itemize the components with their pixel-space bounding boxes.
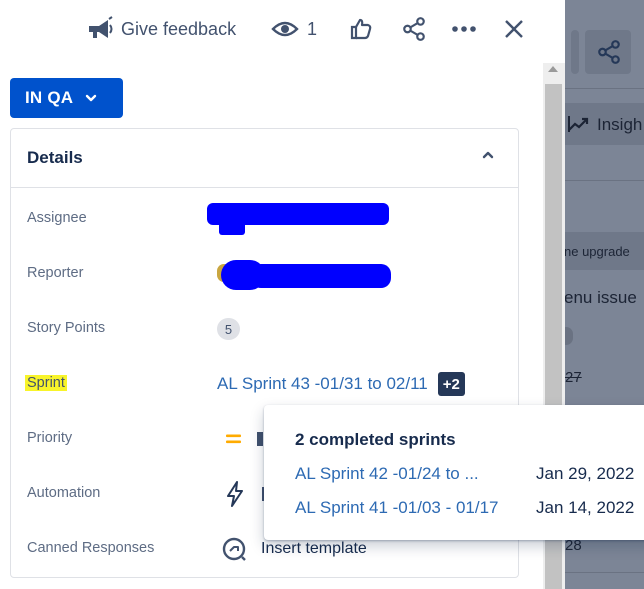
megaphone-icon [89,16,113,38]
status-dropdown-button[interactable]: IN QA [10,78,123,118]
background-upgrade-text: ne upgrade [564,244,630,259]
template-refresh-icon [222,537,246,561]
give-feedback-label: Give feedback [121,18,237,39]
popover-title: 2 completed sprints [295,430,456,449]
sprint-41-date: Jan 14, 2022 [536,498,635,517]
share-button[interactable] [401,14,427,44]
reporter-label: Reporter [27,265,84,281]
reporter-field: Reporter [11,254,518,294]
details-header[interactable]: Details [11,129,518,188]
assignee-label: Assignee [27,210,87,226]
details-title: Details [27,148,83,167]
share-icon [403,17,425,41]
sprint-label: Sprint [25,375,67,391]
more-icon [452,26,476,32]
background-insights-button: Insigh [565,103,644,145]
lightning-icon [227,481,243,507]
background-menu-issue-text: enu issue [564,288,637,307]
sprint-42-date: Jan 29, 2022 [536,464,635,483]
insert-template-label: Insert template [261,540,367,557]
story-points-value[interactable]: 5 [217,318,240,340]
chevron-down-icon [86,94,97,102]
story-points-field: Story Points 5 [11,309,518,349]
scroll-up-arrow[interactable] [548,66,558,72]
watchers-button[interactable]: 1 [271,14,317,44]
completed-sprint-row: AL Sprint 41 -01/03 - 01/17 Jan 14, 2022 [295,498,644,522]
canned-responses-label: Canned Responses [27,540,155,556]
give-feedback-button[interactable]: Give feedback [86,14,236,44]
share-icon [598,40,620,64]
automation-label: Automation [27,485,101,501]
background-share-button [585,30,631,74]
background-insights-label: Insigh [597,115,643,134]
background-number-27: 27 [565,369,582,386]
assignee-field: Assignee [11,199,518,239]
more-actions-button[interactable] [451,14,477,44]
thumbs-up-icon [350,18,372,40]
watchers-count: 1 [307,18,318,39]
priority-medium-icon [226,434,241,444]
priority-label: Priority [27,430,73,446]
story-points-label: Story Points [27,320,106,336]
close-icon [505,20,523,38]
issue-toolbar: Give feedback 1 [0,0,543,58]
sprint-41-link[interactable]: AL Sprint 41 -01/03 - 01/17 [295,498,499,518]
issue-detail-view: Insigh ne upgrade enu issue 27 28 Give f… [0,0,644,589]
eye-icon [271,21,299,37]
sprint-field: Sprint AL Sprint 43 -01/31 to 02/11 +2 [11,364,518,404]
chevron-up-icon[interactable] [482,151,494,159]
vote-button[interactable] [349,14,373,44]
trend-icon [568,116,589,132]
completed-sprints-popover: 2 completed sprints AL Sprint 42 -01/24 … [264,405,644,540]
close-button[interactable] [503,14,525,44]
sprint-42-link[interactable]: AL Sprint 42 -01/24 to ... [295,464,479,484]
more-sprints-badge[interactable]: +2 [437,372,465,396]
current-sprint-link[interactable]: AL Sprint 43 -01/31 to 02/11 [217,374,428,394]
completed-sprint-row: AL Sprint 42 -01/24 to ... Jan 29, 2022 [295,464,644,488]
status-label: IN QA [25,88,74,107]
